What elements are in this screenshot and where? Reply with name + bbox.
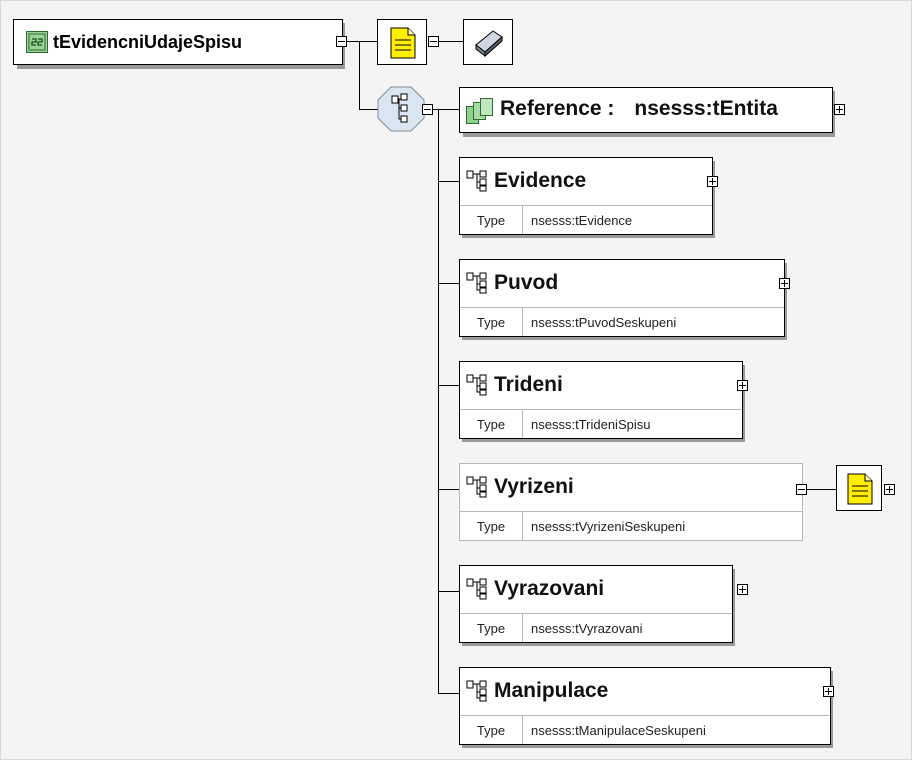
type-value: nsesss:tEvidence	[531, 212, 633, 228]
element-box-vyrizeni[interactable]: Vyrizeni Type nsesss:tVyrizeniSeskupeni	[459, 463, 803, 541]
group-reference-box[interactable]: Reference : nsesss:tEntita	[459, 87, 833, 133]
annotation-icon	[390, 27, 416, 59]
element-name: Vyrazovani	[494, 577, 605, 600]
element-box-vyrazovani[interactable]: Vyrazovani Type nsesss:tVyrazovani	[459, 565, 733, 643]
type-value: nsesss:tVyrizeniSeskupeni	[531, 518, 686, 534]
schema-diagram-canvas: tEvidencniUdajeSpisu Reference: nsesss:…	[0, 0, 912, 760]
element-name: Manipulace	[494, 679, 609, 702]
connector	[438, 591, 459, 592]
box-shadow	[17, 65, 345, 69]
annotation-icon	[847, 473, 873, 505]
expand-icon[interactable]	[834, 104, 845, 115]
connector	[806, 489, 836, 490]
connector	[438, 385, 459, 386]
type-label: Type	[460, 512, 523, 540]
connector	[439, 41, 465, 42]
type-label: Type	[460, 716, 523, 744]
connector	[359, 41, 360, 109]
element-icon	[466, 578, 487, 600]
attributes-box[interactable]	[463, 19, 513, 65]
element-box-puvod[interactable]: Puvod Type nsesss:tPuvodSeskupeni	[459, 259, 785, 337]
collapse-icon[interactable]	[422, 104, 433, 115]
collapse-icon[interactable]	[796, 484, 807, 495]
complex-type-box[interactable]: tEvidencniUdajeSpisu	[13, 19, 343, 65]
connector	[438, 693, 459, 694]
expand-icon[interactable]	[884, 484, 895, 495]
type-value: nsesss:tManipulaceSeskupeni	[531, 722, 706, 738]
expand-icon[interactable]	[823, 686, 834, 697]
element-icon	[466, 476, 487, 498]
element-icon	[466, 170, 487, 192]
element-icon	[466, 680, 487, 702]
complex-type-name: tEvidencniUdajeSpisu	[53, 31, 243, 52]
element-box-trideni[interactable]: Trideni Type nsesss:tTrideniSpisu	[459, 361, 743, 439]
box-shadow	[462, 439, 744, 442]
sequence-branch-line	[438, 109, 439, 693]
collapse-icon[interactable]	[428, 36, 439, 47]
sequence-compositor-icon[interactable]	[377, 86, 425, 132]
element-name: Trideni	[494, 373, 563, 396]
connector	[359, 109, 379, 110]
box-shadow	[463, 133, 835, 137]
type-label: Type	[460, 206, 523, 234]
element-name: Puvod	[494, 271, 559, 294]
group-reference-icon	[466, 98, 493, 124]
box-shadow	[462, 745, 832, 748]
connector	[438, 181, 459, 182]
type-label: Type	[460, 614, 523, 642]
connector	[438, 489, 459, 490]
annotation-box[interactable]	[836, 465, 882, 511]
reference-label: Reference :	[500, 97, 615, 120]
complex-type-icon	[26, 31, 48, 53]
collapse-icon[interactable]	[336, 36, 347, 47]
attributes-icon	[475, 30, 503, 58]
type-value: nsesss:tPuvodSeskupeni	[531, 314, 677, 330]
expand-icon[interactable]	[707, 176, 718, 187]
annotation-box[interactable]	[377, 19, 427, 65]
element-icon	[466, 374, 487, 396]
element-box-evidence[interactable]: Evidence Type nsesss:tEvidence	[459, 157, 713, 235]
connector	[438, 283, 459, 284]
expand-icon[interactable]	[779, 278, 790, 289]
type-label: Type	[460, 308, 523, 336]
expand-icon[interactable]	[737, 380, 748, 391]
connector	[347, 41, 377, 42]
box-shadow	[462, 643, 734, 646]
box-shadow	[462, 337, 786, 340]
reference-type: nsesss:tEntita	[634, 97, 778, 120]
expand-icon[interactable]	[737, 584, 748, 595]
type-value: nsesss:tVyrazovani	[531, 620, 643, 636]
element-box-manipulace[interactable]: Manipulace Type nsesss:tManipulaceSeskup…	[459, 667, 831, 745]
type-value: nsesss:tTrideniSpisu	[531, 416, 651, 432]
box-shadow	[462, 235, 714, 238]
type-label: Type	[460, 410, 523, 438]
element-name: Vyrizeni	[494, 475, 574, 498]
element-name: Evidence	[494, 169, 587, 192]
element-icon	[466, 272, 487, 294]
